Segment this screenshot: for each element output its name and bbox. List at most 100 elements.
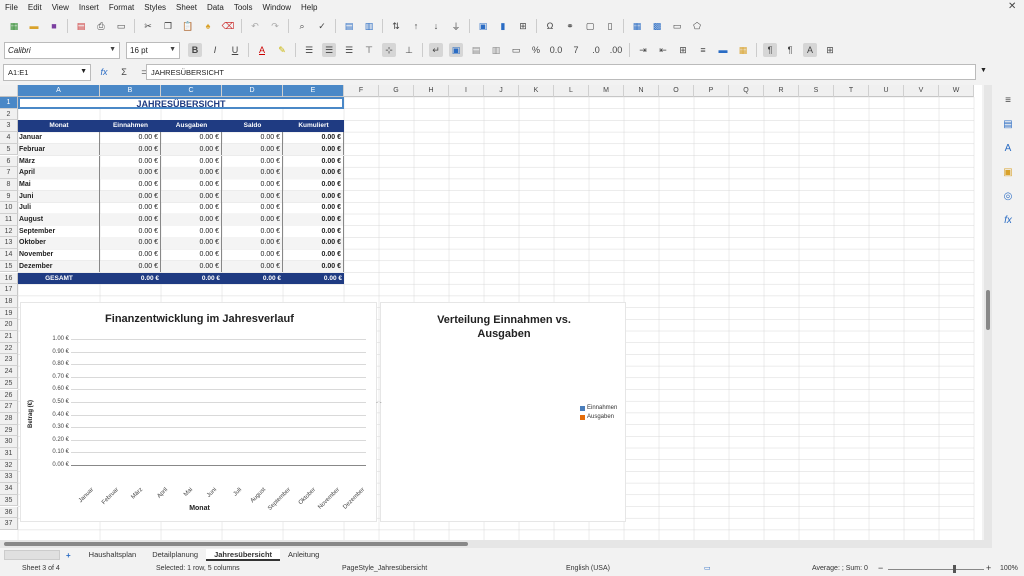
month-cell[interactable]: November — [18, 249, 100, 261]
value-cell[interactable]: 0.00 € — [283, 237, 344, 250]
value-cell[interactable]: 0.00 € — [222, 178, 283, 191]
value-cell[interactable]: 0.00 € — [100, 178, 161, 191]
chart-icon[interactable]: ▮ — [496, 19, 510, 33]
close-document-icon[interactable]: ✕ — [1008, 1, 1016, 12]
value-cell[interactable]: 0.00 € — [222, 202, 283, 214]
menu-item-help[interactable]: Help — [296, 3, 322, 12]
month-cell[interactable]: Dezember — [18, 260, 100, 273]
spreadsheet-grid[interactable]: A B C D E F G H I J K L M N O P Q R S T U V W 1 2 3 4 5 6 7 8 9 10 11 12 13… — [0, 85, 982, 540]
cut-icon[interactable]: ✂ — [141, 19, 155, 33]
paste-icon[interactable]: 📋 — [181, 19, 195, 33]
tab-jahres-bersicht[interactable]: Jahresübersicht — [206, 549, 281, 561]
zoom-level[interactable]: 100% — [1000, 565, 1018, 572]
hyperlink-icon[interactable]: ⚭ — [563, 19, 577, 33]
clone-formatting-icon[interactable]: ♠ — [201, 19, 215, 33]
value-cell[interactable]: 0.00 € — [283, 178, 344, 191]
functions-icon[interactable]: fx — [1000, 212, 1016, 228]
gallery-icon[interactable]: ▣ — [1000, 164, 1016, 180]
vertical-text-icon[interactable]: A — [803, 43, 817, 57]
value-cell[interactable]: 0.00 € — [222, 167, 283, 179]
zoom-slider-thumb[interactable] — [953, 565, 956, 573]
value-cell[interactable]: 0.00 € — [100, 237, 161, 250]
value-cell[interactable]: 0.00 € — [283, 260, 344, 273]
menu-item-edit[interactable]: Edit — [23, 3, 47, 12]
comment-icon[interactable]: ▢ — [583, 19, 597, 33]
italic-icon[interactable]: I — [208, 43, 222, 57]
menu-item-styles[interactable]: Styles — [139, 3, 171, 12]
value-cell[interactable]: 0.00 € — [222, 214, 283, 226]
total-cell[interactable]: 0.00 € — [100, 272, 161, 285]
value-cell[interactable]: 0.00 € — [283, 214, 344, 226]
border-style-icon[interactable]: ≡ — [696, 43, 710, 57]
percent-format-icon[interactable]: % — [529, 43, 543, 57]
value-cell[interactable]: 0.00 € — [161, 132, 222, 144]
tab-haushaltsplan[interactable]: Haushaltsplan — [81, 549, 145, 561]
value-cell[interactable]: 0.00 € — [222, 260, 283, 273]
unmerge-cells-icon[interactable]: ▥ — [489, 43, 503, 57]
value-cell[interactable]: 0.00 € — [283, 225, 344, 238]
clear-formatting-icon[interactable]: ⌫ — [221, 19, 235, 33]
status-language[interactable]: English (USA) — [566, 565, 610, 572]
open-icon[interactable]: ▬ — [27, 19, 41, 33]
column-icon[interactable]: ▥ — [362, 19, 376, 33]
align-bottom-icon[interactable]: ⊥ — [402, 43, 416, 57]
total-cell[interactable]: 0.00 € — [222, 272, 283, 285]
sort-ascending-icon[interactable]: ↑ — [409, 19, 423, 33]
sort-descending-icon[interactable]: ↓ — [429, 19, 443, 33]
freeze-rows-columns-icon[interactable]: ▩ — [650, 19, 664, 33]
value-cell[interactable]: 0.00 € — [222, 155, 283, 168]
header-footer-icon[interactable]: ▯ — [603, 19, 617, 33]
menu-item-insert[interactable]: Insert — [74, 3, 104, 12]
menu-item-tools[interactable]: Tools — [229, 3, 258, 12]
vertical-scroll-thumb[interactable] — [986, 290, 990, 330]
value-cell[interactable]: 0.00 € — [161, 214, 222, 226]
number-format-icon[interactable]: 0.0 — [549, 43, 563, 57]
font-name-combo[interactable]: Calibri ▼ — [4, 41, 120, 59]
find-replace-icon[interactable]: ⌕ — [295, 19, 309, 33]
currency-format-icon[interactable]: ▭ — [509, 43, 523, 57]
value-cell[interactable]: 0.00 € — [283, 190, 344, 203]
text-direction-ltr-icon[interactable]: ¶ — [763, 43, 777, 57]
align-top-icon[interactable]: ⊤ — [362, 43, 376, 57]
menu-item-format[interactable]: Format — [104, 3, 139, 12]
special-character-icon[interactable]: Ω — [543, 19, 557, 33]
month-cell[interactable]: Juni — [18, 190, 100, 203]
border-color-icon[interactable]: ▬ — [716, 43, 730, 57]
merge-cells-icon[interactable]: ▤ — [469, 43, 483, 57]
highlight-color-icon[interactable]: ✎ — [275, 43, 289, 57]
copy-icon[interactable]: ❐ — [161, 19, 175, 33]
underline-icon[interactable]: U — [228, 43, 242, 57]
export-pdf-icon[interactable]: ▤ — [74, 19, 88, 33]
zoom-in-icon[interactable]: + — [986, 563, 991, 573]
print-preview-icon[interactable]: ▭ — [114, 19, 128, 33]
value-cell[interactable]: 0.00 € — [100, 260, 161, 273]
value-cell[interactable]: 0.00 € — [283, 155, 344, 168]
borders-icon[interactable]: ⊞ — [676, 43, 690, 57]
sum-icon[interactable]: Σ — [117, 65, 131, 79]
value-cell[interactable]: 0.00 € — [161, 143, 222, 156]
value-cell[interactable]: 0.00 € — [100, 167, 161, 179]
value-cell[interactable]: 0.00 € — [100, 202, 161, 214]
month-cell[interactable]: August — [18, 214, 100, 226]
properties-icon[interactable]: ▤ — [1000, 116, 1016, 132]
month-cell[interactable]: Juli — [18, 202, 100, 214]
align-middle-icon[interactable]: ⊹ — [382, 43, 396, 57]
value-cell[interactable]: 0.00 € — [222, 225, 283, 238]
add-sheet-icon[interactable]: + — [66, 551, 71, 560]
value-cell[interactable]: 0.00 € — [100, 249, 161, 261]
align-center-icon[interactable]: ☰ — [322, 43, 336, 57]
formula-input[interactable]: JAHRESÜBERSICHT — [146, 64, 976, 80]
line-chart[interactable]: Finanzentwicklung im Jahresverlauf 1.00 €… — [20, 302, 377, 522]
conditional-format-icon[interactable]: ▦ — [736, 43, 750, 57]
value-cell[interactable]: 0.00 € — [222, 143, 283, 156]
total-cell[interactable]: GESAMT — [18, 272, 100, 285]
total-cell[interactable]: 0.00 € — [283, 272, 344, 285]
menu-item-sheet[interactable]: Sheet — [171, 3, 202, 12]
print-icon[interactable]: ⎙ — [94, 19, 108, 33]
month-cell[interactable]: März — [18, 155, 100, 168]
date-format-icon[interactable]: 7 — [569, 43, 583, 57]
align-right-icon[interactable]: ☰ — [342, 43, 356, 57]
value-cell[interactable]: 0.00 € — [161, 190, 222, 203]
value-cell[interactable]: 0.00 € — [161, 155, 222, 168]
sidebar-menu-icon[interactable]: ≡ — [1000, 92, 1016, 108]
